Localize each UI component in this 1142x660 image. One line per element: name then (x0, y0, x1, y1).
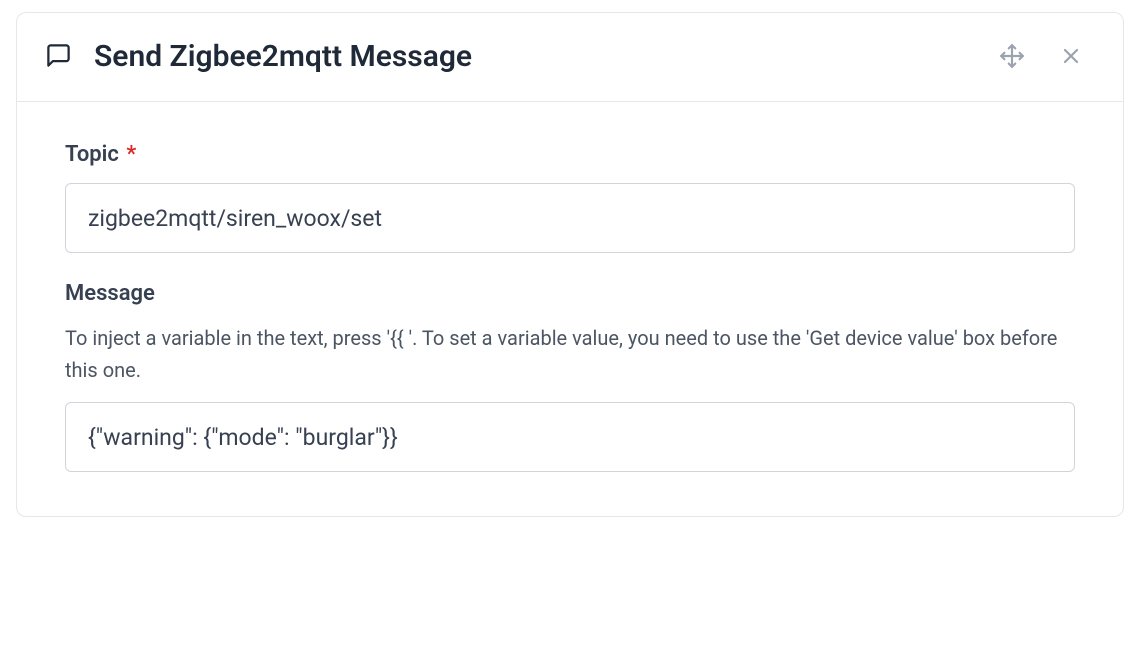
card-title: Send Zigbee2mqtt Message (94, 39, 472, 75)
card-header-left: Send Zigbee2mqtt Message (45, 39, 472, 75)
required-indicator: * (126, 142, 136, 167)
topic-field-group: Topic * (65, 142, 1075, 253)
message-label: Message (65, 281, 1075, 306)
topic-label: Topic * (65, 142, 1075, 167)
move-icon (999, 43, 1025, 72)
message-input[interactable] (65, 402, 1075, 472)
topic-label-text: Topic (65, 142, 119, 167)
close-button[interactable] (1059, 44, 1083, 71)
card-header-actions (999, 43, 1083, 72)
move-button[interactable] (999, 43, 1025, 72)
message-field-group: Message To inject a variable in the text… (65, 281, 1075, 472)
topic-input[interactable] (65, 183, 1075, 253)
action-card: Send Zigbee2mqtt Message (16, 12, 1124, 517)
card-body: Topic * Message To inject a variable in … (17, 102, 1123, 516)
comment-icon (45, 42, 72, 73)
close-icon (1059, 44, 1083, 71)
card-header: Send Zigbee2mqtt Message (17, 13, 1123, 102)
message-help-text: To inject a variable in the text, press … (65, 322, 1075, 386)
